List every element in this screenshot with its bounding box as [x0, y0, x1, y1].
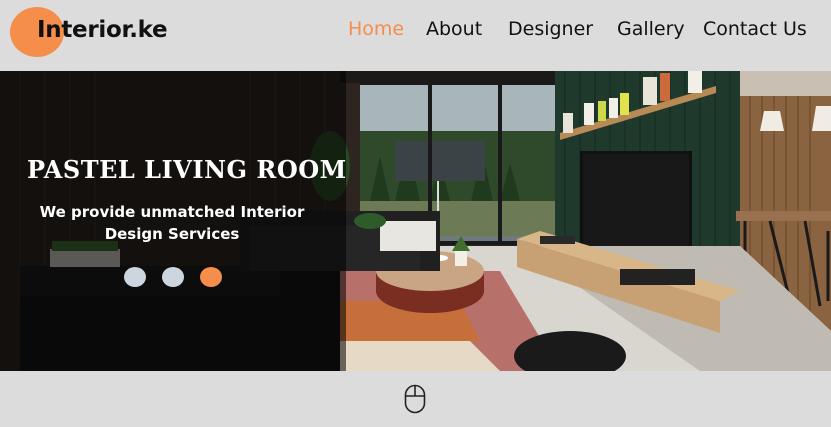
nav-item-gallery[interactable]: Gallery — [617, 18, 685, 40]
mouse-icon[interactable] — [404, 384, 426, 414]
hero-carousel: PASTEL LIVING ROOM We provide unmatched … — [0, 71, 831, 371]
scroll-indicator-bar — [0, 371, 831, 427]
carousel-dot-1[interactable] — [124, 267, 146, 287]
nav-item-contact[interactable]: Contact Us — [703, 18, 807, 40]
hero-title: PASTEL LIVING ROOM — [27, 155, 347, 184]
carousel-dot-2[interactable] — [162, 267, 184, 287]
hero-subtitle: We provide unmatched Interior Design Ser… — [39, 203, 305, 243]
nav-item-home[interactable]: Home — [348, 18, 404, 40]
carousel-dot-3[interactable] — [200, 267, 222, 287]
carousel-dots — [124, 267, 234, 287]
main-nav: Home About Designer Gallery Contact Us — [0, 18, 831, 44]
nav-item-designer[interactable]: Designer — [508, 18, 593, 40]
nav-item-about[interactable]: About — [426, 18, 482, 40]
site-header: Interior.ke Home About Designer Gallery … — [0, 0, 831, 71]
